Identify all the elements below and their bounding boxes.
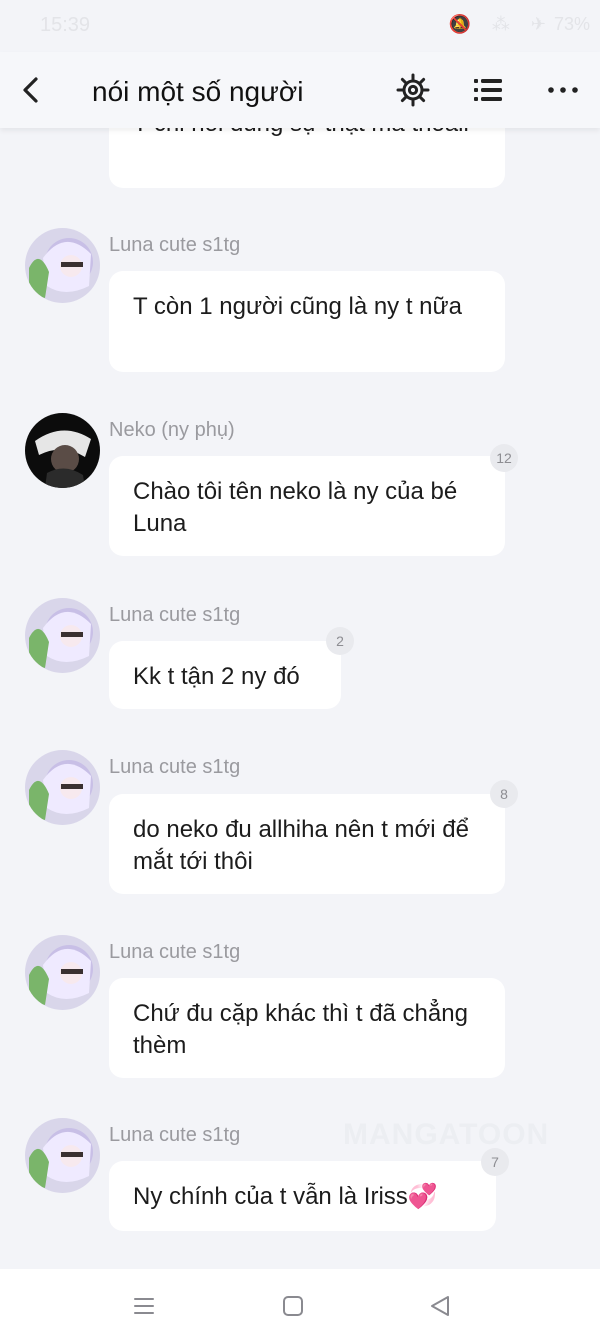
avatar-image: [25, 750, 100, 825]
avatar[interactable]: [25, 1118, 100, 1193]
reaction-badge[interactable]: 7: [481, 1148, 509, 1176]
more-horizontal-icon: [548, 87, 578, 93]
avatar[interactable]: [25, 750, 100, 825]
more-button[interactable]: [543, 70, 583, 110]
avatar[interactable]: [25, 413, 100, 488]
message-text: do neko đu allhiha nên t mới để mắt tới …: [133, 816, 469, 875]
square-icon: [283, 1296, 303, 1316]
message-text: Kk t tận 2 ny đó: [133, 663, 300, 690]
settings-button[interactable]: [393, 70, 433, 110]
nav-back-button[interactable]: [425, 1291, 455, 1321]
avatar[interactable]: [25, 935, 100, 1010]
sender-name: Neko (ny phụ): [109, 419, 235, 441]
sender-name: Luna cute s1tg: [109, 1124, 241, 1146]
avatar[interactable]: [25, 598, 100, 673]
avatar-image: [25, 413, 100, 488]
status-bar: 15:39 🔕 ⁂ ✈ 73%: [0, 0, 600, 52]
message-bubble[interactable]: do neko đu allhiha nên t mới để mắt tới …: [109, 794, 505, 894]
gear-icon: [396, 73, 430, 107]
message-text: Chứ đu cặp khác thì t đã chẳng thèm: [133, 1000, 468, 1059]
message-bubble[interactable]: Kk t tận 2 ny đó: [109, 641, 341, 709]
menu-button[interactable]: [129, 1291, 159, 1321]
status-time: 15:39: [40, 14, 91, 36]
message-bubble[interactable]: T còn 1 người cũng là ny t nữa: [109, 271, 505, 372]
reaction-badge[interactable]: 2: [326, 627, 354, 655]
message-bubble[interactable]: Chào tôi tên neko là ny của bé Luna: [109, 456, 505, 556]
message-list[interactable]: T chỉ nói đúng sự thật mà thoaii Luna cu…: [0, 128, 600, 1269]
menu-icon: [134, 1298, 154, 1314]
reaction-badge[interactable]: 8: [490, 780, 518, 808]
watermark: MANGATOON: [343, 1118, 550, 1151]
list-button[interactable]: [468, 70, 508, 110]
reaction-badge[interactable]: 12: [490, 444, 518, 472]
chat-header: nói một số người: [0, 52, 600, 128]
avatar-image: [25, 598, 100, 673]
message-bubble[interactable]: Ny chính của t vẫn là Iriss💞: [109, 1161, 496, 1231]
message-text: T chỉ nói đúng sự thật mà thoaii: [133, 128, 469, 137]
sender-name: Luna cute s1tg: [109, 941, 241, 963]
avatar-image: [25, 1118, 100, 1193]
system-nav-bar: [0, 1269, 600, 1343]
page-title: nói một số người: [92, 76, 304, 107]
message-text: Ny chính của t vẫn là Iriss💞: [133, 1183, 438, 1210]
message-bubble[interactable]: Chứ đu cặp khác thì t đã chẳng thèm: [109, 978, 505, 1078]
sender-name: Luna cute s1tg: [109, 604, 241, 626]
message-bubble[interactable]: T chỉ nói đúng sự thật mà thoaii: [109, 128, 505, 188]
home-button[interactable]: [278, 1291, 308, 1321]
sender-name: Luna cute s1tg: [109, 234, 241, 256]
triangle-back-icon: [431, 1296, 449, 1316]
battery-level: 73%: [553, 14, 590, 34]
avatar-image: [25, 228, 100, 303]
avatar-image: [25, 935, 100, 1010]
message-text: Chào tôi tên neko là ny của bé Luna: [133, 478, 458, 537]
list-icon: [474, 79, 502, 101]
chevron-left-icon: [23, 77, 38, 103]
message-text: T còn 1 người cũng là ny t nữa: [133, 293, 462, 320]
back-button[interactable]: [12, 70, 52, 110]
status-icons: 🔕 ⁂ ✈: [448, 14, 554, 34]
sender-name: Luna cute s1tg: [109, 756, 241, 778]
avatar[interactable]: [25, 228, 100, 303]
